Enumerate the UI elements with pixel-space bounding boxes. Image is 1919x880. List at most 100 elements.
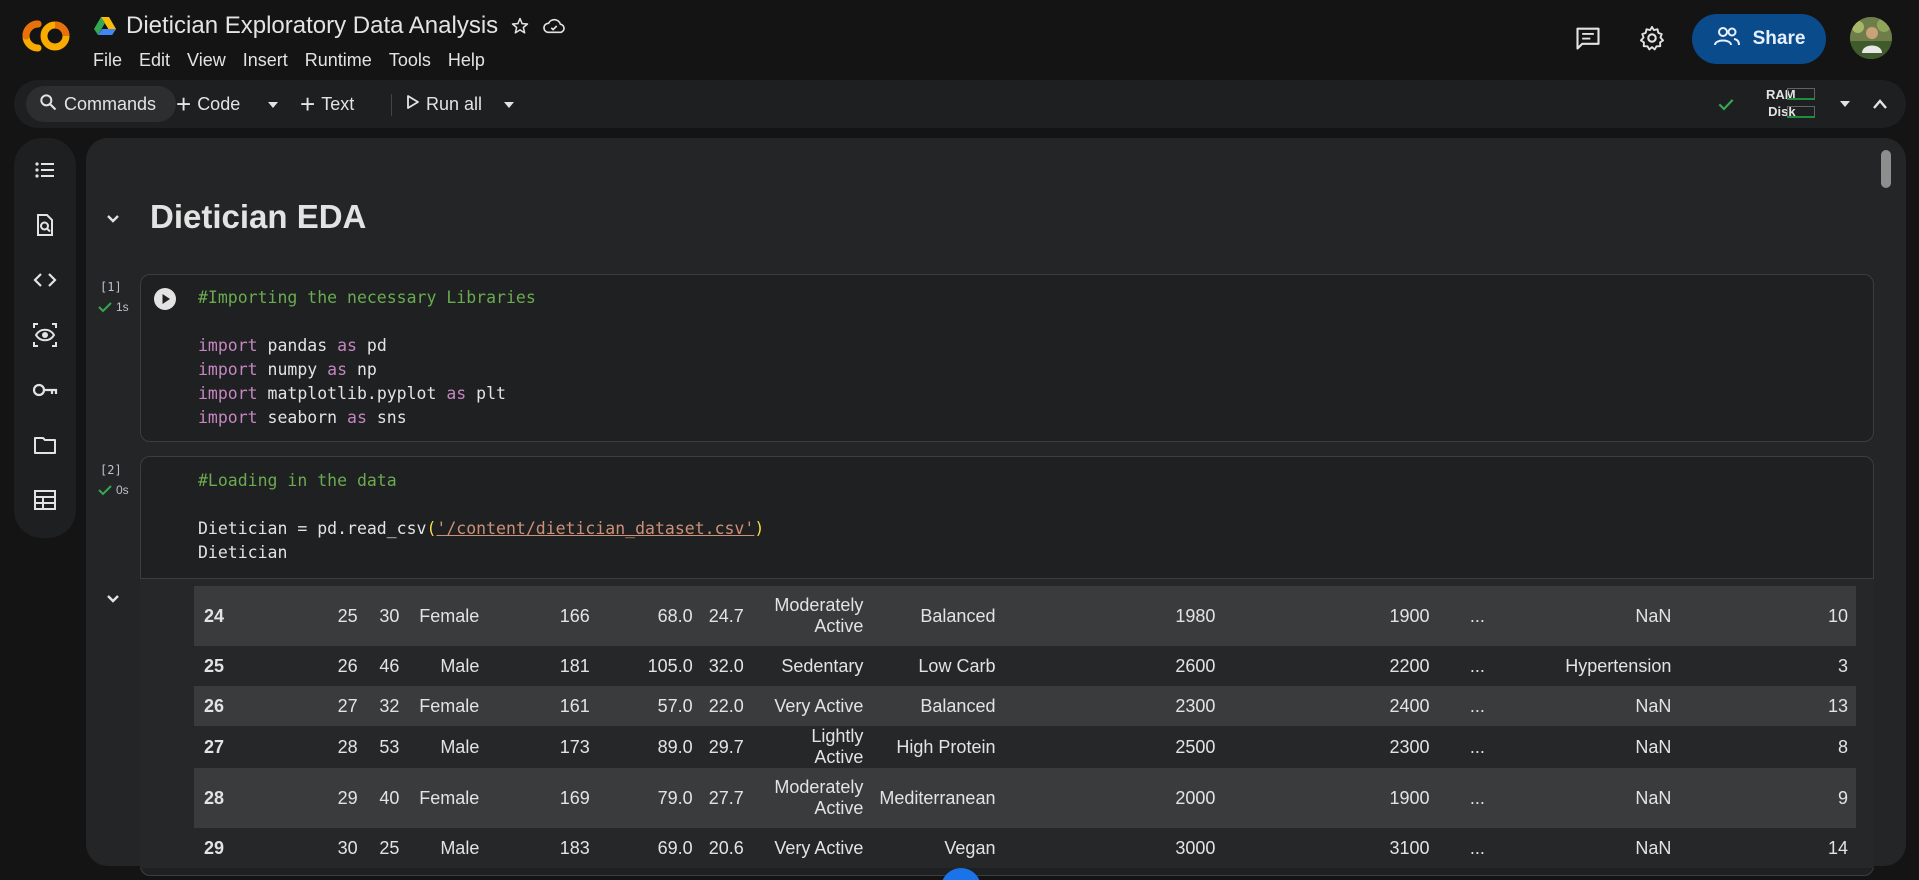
star-icon[interactable]	[508, 14, 532, 38]
table-cell: 27	[337, 695, 358, 716]
row-index-cell: 26	[204, 695, 225, 716]
notebook-title[interactable]: Dietician Exploratory Data Analysis	[126, 12, 498, 40]
share-button[interactable]: Share	[1692, 14, 1826, 64]
execution-status[interactable]: 1s	[98, 300, 129, 314]
ram-usage-bar	[1787, 88, 1815, 100]
code-comment: #Importing the necessary Libraries	[198, 288, 536, 307]
commands-group[interactable]: Commands	[38, 80, 156, 128]
settings-gear-icon[interactable]	[1636, 22, 1668, 54]
table-cell: Hypertension	[1565, 655, 1672, 676]
table-cell: 1900	[1389, 787, 1430, 808]
menu-runtime[interactable]: Runtime	[305, 50, 383, 71]
comments-icon[interactable]	[1572, 22, 1604, 54]
files-folder-icon[interactable]	[31, 431, 59, 459]
plus-icon: +	[300, 89, 316, 119]
row-index-cell: 27	[204, 736, 225, 757]
notebook-toolbar: Commands + Code + Text Run all RAM Disk	[14, 80, 1906, 128]
table-cell: ...	[1469, 695, 1485, 716]
code-snippets-icon[interactable]	[31, 266, 59, 294]
google-drive-icon	[94, 16, 116, 36]
colab-logo[interactable]	[16, 14, 74, 58]
add-code-dropdown[interactable]	[266, 80, 280, 128]
code-line: import seaborn as sns	[198, 408, 407, 427]
run-all-dropdown[interactable]	[502, 80, 516, 128]
runtime-dropdown[interactable]	[1838, 80, 1852, 128]
execution-status[interactable]: 0s	[98, 483, 129, 497]
row-index-cell: 28	[204, 787, 225, 808]
table-cell: Female	[419, 787, 480, 808]
menu-help[interactable]: Help	[448, 50, 496, 71]
code-line: import numpy as np	[198, 360, 377, 379]
code-editor[interactable]: #Loading in the data Dietician = pd.read…	[198, 469, 764, 565]
table-cell: 3	[1837, 655, 1848, 676]
collapse-section-chevron-icon[interactable]	[101, 206, 125, 230]
table-cell: 3100	[1389, 837, 1430, 858]
execution-count: [1]	[100, 280, 122, 294]
table-row: 27 28 53 Male 173 89.0 29.7 Lightly Active High …	[194, 726, 1856, 768]
user-avatar[interactable]	[1850, 17, 1892, 59]
cloud-saved-icon[interactable]	[542, 14, 566, 38]
data-table-icon[interactable]	[31, 486, 59, 514]
table-row: 24 25 30 Female 166 68.0 24.7 Moderately Active B…	[194, 586, 1856, 646]
section-heading: Dietician EDA	[150, 198, 367, 235]
table-cell: Sedentary	[781, 655, 864, 676]
secrets-key-icon[interactable]	[31, 376, 59, 404]
table-of-contents-icon[interactable]	[31, 156, 59, 184]
success-check-icon	[98, 302, 112, 313]
menu-edit[interactable]: Edit	[139, 50, 181, 71]
table-cell: Balanced	[920, 695, 996, 716]
menu-tools[interactable]: Tools	[389, 50, 442, 71]
table-cell: ...	[1469, 605, 1485, 626]
table-cell: 10	[1827, 605, 1848, 626]
table-cell: 46	[379, 655, 400, 676]
table-cell: Lightly Active	[811, 726, 864, 767]
table-cell: 2300	[1175, 695, 1216, 716]
run-all-button[interactable]: Run all	[406, 80, 482, 128]
add-text-button[interactable]: + Text	[300, 80, 354, 128]
table-cell: 2600	[1175, 655, 1216, 676]
table-cell: 28	[337, 736, 358, 757]
execution-time: 0s	[116, 483, 129, 497]
table-cell: 1900	[1389, 605, 1430, 626]
table-cell: NaN	[1635, 695, 1672, 716]
table-cell: Male	[440, 655, 480, 676]
add-code-button[interactable]: + Code	[176, 80, 240, 128]
run-cell-button[interactable]	[153, 287, 177, 311]
execution-count: [2]	[100, 463, 122, 477]
table-cell: 22.0	[708, 695, 744, 716]
table-cell: Very Active	[774, 695, 864, 716]
plus-icon: +	[176, 89, 192, 119]
colab-window: Dietician Exploratory Data Analysis File…	[0, 0, 1919, 880]
table-cell: 26	[337, 655, 358, 676]
table-cell: Moderately Active	[774, 595, 864, 636]
collapse-toolbar-button[interactable]	[1872, 80, 1888, 128]
variable-inspector-icon[interactable]	[31, 321, 59, 349]
table-cell: 9	[1837, 787, 1848, 808]
connected-check-icon[interactable]	[1716, 80, 1736, 128]
play-icon	[406, 94, 420, 115]
success-check-icon	[98, 485, 112, 496]
code-editor[interactable]: #Importing the necessary Libraries impor…	[198, 286, 536, 430]
table-cell: 3000	[1175, 837, 1216, 858]
table-cell: 25	[379, 837, 400, 858]
table-cell: Vegan	[944, 837, 996, 858]
table-cell: Very Active	[774, 837, 864, 858]
menu-insert[interactable]: Insert	[243, 50, 299, 71]
table-cell: 89.0	[657, 736, 693, 757]
menu-file[interactable]: File	[93, 50, 133, 71]
menu-view[interactable]: View	[187, 50, 237, 71]
table-cell: Male	[440, 837, 480, 858]
code-line: import pandas as pd	[198, 336, 387, 355]
table-cell: Mediterranean	[879, 787, 996, 808]
table-cell: 8	[1837, 736, 1848, 757]
menu-bar: File Edit View Insert Runtime Tools Help	[93, 50, 502, 71]
table-cell: NaN	[1635, 605, 1672, 626]
table-cell: 79.0	[657, 787, 693, 808]
table-cell: ...	[1469, 787, 1485, 808]
code-line: import matplotlib.pyplot as plt	[198, 384, 506, 403]
table-cell: 2300	[1389, 736, 1430, 757]
table-cell: 173	[559, 736, 590, 757]
collapse-output-chevron-icon[interactable]	[101, 586, 125, 610]
find-replace-icon[interactable]	[31, 211, 59, 239]
vertical-scrollbar[interactable]	[1881, 150, 1891, 188]
